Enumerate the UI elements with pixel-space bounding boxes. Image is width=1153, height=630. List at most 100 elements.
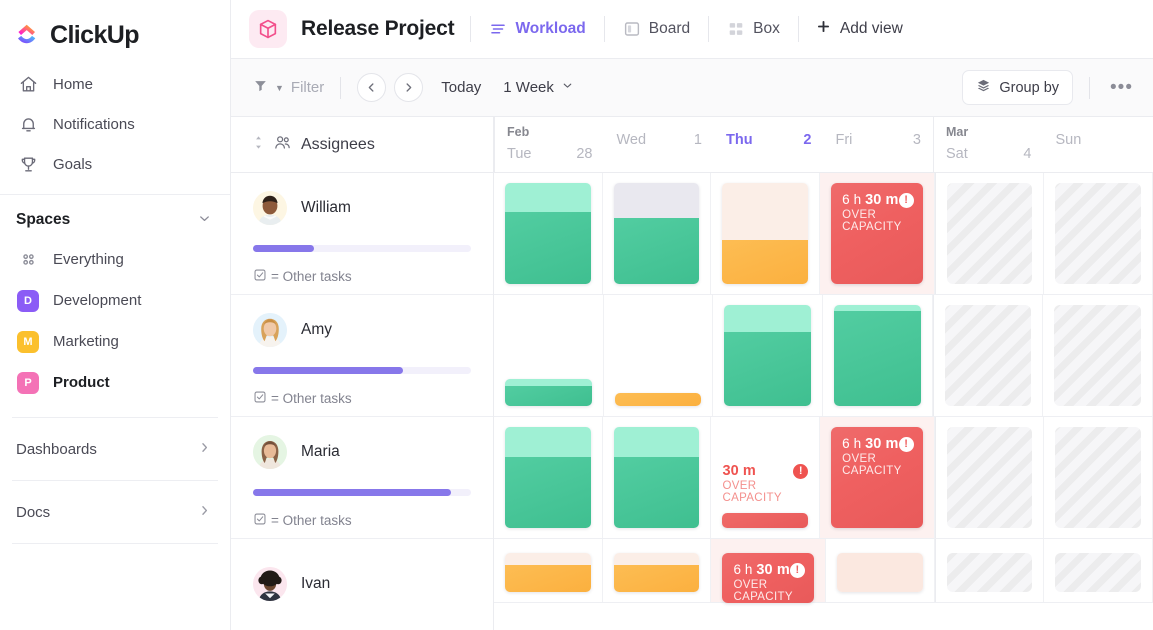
calendar-header: Feb Tue 28 Wed 1 Thu 2 Fri 3 Mar Sat 4 S…	[494, 117, 1153, 173]
workload-cell[interactable]	[713, 295, 824, 416]
day-number: 4	[1023, 146, 1032, 162]
workload-cell-over-capacity[interactable]: 6 h 30 m ! OVER CAPACITY	[820, 417, 935, 538]
sidebar-item-development[interactable]: D Development	[0, 280, 230, 321]
over-capacity-card[interactable]: 6 h 30 m ! OVER CAPACITY	[831, 183, 923, 284]
chevron-down-icon[interactable]	[197, 211, 212, 229]
workload-cell[interactable]	[604, 295, 714, 416]
bar-segment	[613, 553, 700, 566]
over-capacity-inline[interactable]: 30 m ! OVER CAPACITY	[722, 463, 809, 528]
avatar	[253, 191, 287, 225]
workload-cell[interactable]	[603, 173, 712, 294]
workload-bar[interactable]	[505, 183, 591, 284]
workload-bar[interactable]	[724, 305, 812, 406]
workload-cell-weekend[interactable]	[932, 295, 1044, 416]
tab-workload[interactable]: Workload	[487, 16, 587, 42]
sidebar-divider	[12, 480, 218, 481]
assignee-row-amy[interactable]: Amy = Other tasks	[231, 295, 493, 417]
workload-cell[interactable]	[494, 295, 604, 416]
workload-cell[interactable]	[603, 539, 712, 602]
workload-cell-weekend[interactable]	[1044, 539, 1153, 602]
workload-cell-weekend[interactable]	[934, 417, 1045, 538]
over-capacity-card[interactable]: 6 h 30 m ! OVER CAPACITY	[831, 427, 923, 528]
workload-cell[interactable]	[826, 539, 935, 602]
workload-cell-weekend[interactable]	[1043, 295, 1153, 416]
workload-cell-over-capacity[interactable]: 6 h 30 m ! OVER CAPACITY	[820, 173, 935, 294]
space-badge-p: P	[17, 371, 39, 394]
today-button[interactable]: Today	[441, 79, 481, 96]
filter-icon	[253, 78, 268, 97]
bar-segment	[834, 311, 921, 406]
group-by-button[interactable]: Group by	[962, 70, 1074, 105]
calendar-area: Feb Tue 28 Wed 1 Thu 2 Fri 3 Mar Sat 4 S…	[494, 117, 1153, 630]
divider	[603, 16, 605, 42]
assignee-row-maria[interactable]: Maria = Other tasks	[231, 417, 493, 539]
workload-cell-weekend[interactable]	[934, 539, 1045, 602]
sidebar-divider	[12, 543, 218, 544]
workload-cell-weekend[interactable]	[934, 173, 1045, 294]
sidebar-item-product[interactable]: P Product	[0, 362, 230, 403]
workload-cell-weekend[interactable]	[1044, 173, 1153, 294]
spaces-section-header[interactable]: Spaces	[0, 195, 230, 239]
sidebar-item-everything[interactable]: Everything	[0, 239, 230, 280]
assignees-header[interactable]: Assignees	[231, 117, 493, 173]
workload-bar[interactable]	[834, 305, 921, 406]
bar-segment	[836, 553, 923, 592]
workload-cell[interactable]	[823, 295, 933, 416]
over-capacity-caption: OVER CAPACITY	[733, 579, 793, 603]
workload-bar[interactable]	[613, 427, 700, 528]
divider	[708, 16, 710, 42]
bar-segment	[613, 427, 700, 457]
trophy-icon	[17, 153, 39, 175]
assignee-row-ivan[interactable]: Ivan	[231, 539, 493, 630]
workload-cell-weekend[interactable]	[1044, 417, 1153, 538]
over-capacity-amount-row: 30 m !	[722, 463, 809, 479]
sidebar-item-goals[interactable]: Goals	[0, 144, 230, 184]
sidebar-item-notifications[interactable]: Notifications	[0, 104, 230, 144]
assignee-row-william[interactable]: William = Other tasks	[231, 173, 493, 295]
date-range-selector[interactable]: 1 Week	[503, 79, 574, 96]
sidebar-item-home[interactable]: Home	[0, 64, 230, 104]
tab-label: Board	[648, 20, 691, 37]
sidebar-item-docs[interactable]: Docs	[0, 487, 230, 537]
bar-segment	[505, 565, 591, 592]
bar-segment	[505, 457, 591, 528]
tab-box[interactable]: Box	[725, 16, 782, 42]
workload-bar[interactable]	[722, 183, 809, 284]
day-number: 1	[693, 132, 702, 148]
brand-logo[interactable]: ClickUp	[0, 0, 230, 56]
workload-bar[interactable]	[505, 553, 591, 592]
sidebar-item-dashboards[interactable]: Dashboards	[0, 424, 230, 474]
day-number: 28	[576, 146, 593, 162]
sidebar-item-marketing[interactable]: M Marketing	[0, 321, 230, 362]
capacity-progress-fill	[253, 489, 452, 496]
avatar	[253, 435, 287, 469]
workload-cell[interactable]	[494, 173, 603, 294]
add-view-button[interactable]: Add view	[815, 18, 903, 40]
tab-board[interactable]: Board	[621, 16, 692, 42]
workload-bar[interactable]	[613, 553, 700, 592]
workload-bar[interactable]	[836, 553, 923, 592]
over-capacity-card[interactable]: 6 h 30 m ! OVER CAPACITY	[722, 553, 814, 603]
workload-cell[interactable]	[603, 417, 712, 538]
workload-cell[interactable]	[711, 173, 821, 294]
workload-cell[interactable]	[494, 539, 603, 602]
workload-bar[interactable]	[505, 427, 591, 528]
workload-cell[interactable]	[494, 417, 603, 538]
day-of-week: Wed	[616, 132, 647, 148]
more-options-button[interactable]: •••	[1106, 77, 1137, 99]
filter-button[interactable]: ▼ Filter	[253, 78, 324, 97]
view-header: Release Project Workload Board Box Add v…	[231, 0, 1153, 59]
other-tasks-label: = Other tasks	[271, 513, 352, 528]
sort-icon[interactable]	[253, 135, 264, 154]
workload-bar[interactable]	[614, 393, 702, 406]
home-icon	[17, 73, 39, 95]
over-capacity-bar[interactable]	[722, 513, 809, 528]
workload-cell-over-capacity[interactable]: 6 h 30 m ! OVER CAPACITY	[711, 539, 826, 603]
workload-bar[interactable]	[613, 183, 700, 284]
workload-cell-over-capacity[interactable]: 30 m ! OVER CAPACITY	[711, 417, 821, 538]
warning-icon: !	[793, 463, 809, 479]
next-period-button[interactable]	[394, 73, 424, 102]
workload-bar[interactable]	[505, 379, 592, 406]
day-of-week: Fri	[835, 132, 853, 148]
prev-period-button[interactable]	[357, 73, 387, 102]
